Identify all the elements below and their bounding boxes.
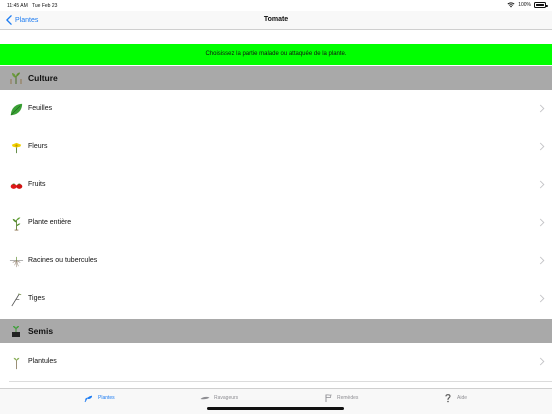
pests-tab-icon [200,396,210,400]
status-right: 100% [507,2,548,8]
chevron-right-icon [539,357,545,366]
remedies-tab-icon [325,394,332,402]
chevron-right-icon [539,218,545,227]
tab-plantes[interactable]: Plantes [84,393,115,403]
list-item-label: Fleurs [28,143,48,150]
list-item-label: Fruits [28,181,46,188]
stem-icon [11,293,22,307]
roots-icon [9,256,24,268]
list-item-racines[interactable]: Racines ou tubercules [0,242,552,280]
section-title: Semis [28,326,54,336]
plant-seedling-icon [10,72,22,84]
tab-label: Ravageurs [214,395,239,401]
list-item-label: Racines ou tubercules [28,257,98,264]
page-title: Tomate [263,16,289,23]
tab-label: Plantes [98,395,115,401]
list-item-label: Plante entière [28,219,72,226]
status-time: 11:45 AM [7,3,28,9]
chevron-right-icon [539,142,545,151]
navigation-bar: Plantes Tomate [0,11,552,30]
section-title: Culture [28,73,58,83]
list-item-fleurs[interactable]: Fleurs [0,128,552,166]
tab-label: Remèdes [337,395,359,401]
tab-ravageurs[interactable]: Ravageurs [200,393,238,403]
list-item-plante-entiere[interactable]: Plante entière [0,204,552,242]
flower-icon [11,142,22,154]
instruction-banner: Choisissez la partie malade ou attaquée … [0,44,552,65]
plants-tab-icon [84,395,93,403]
battery-percent: 100% [518,2,531,8]
list-item-fruits[interactable]: Fruits [0,166,552,204]
chevron-right-icon [539,104,545,113]
list-item-feuilles[interactable]: Feuilles [0,90,552,128]
tab-label: Aide [457,395,468,401]
wifi-icon [507,2,515,8]
list-item-plantules[interactable]: Plantules [0,343,552,381]
leaf-icon [10,103,23,116]
section-header-semis: Semis [0,319,552,343]
battery-icon [534,2,548,8]
help-tab-icon [445,394,451,403]
home-indicator[interactable] [207,407,344,410]
list-item-label: Tiges [28,295,45,302]
chevron-right-icon [539,180,545,189]
seedling-pot-icon [12,326,20,337]
tab-remedes[interactable]: Remèdes [323,393,358,403]
list-item-label: Plantules [28,358,57,365]
chevron-right-icon [539,294,545,303]
tomato-fruit-icon [10,183,23,189]
chevron-right-icon [539,256,545,265]
list-item-tiges[interactable]: Tiges [0,280,552,318]
status-bar: 11:45 AM Tue Feb 23 100% [0,0,552,11]
row-separator [9,380,552,381]
whole-plant-icon [12,217,21,231]
section-header-culture: Culture [0,66,552,90]
status-date: Tue Feb 23 [32,3,58,9]
tab-bar: Plantes Ravageurs Remèdes Aide [0,388,552,414]
tab-aide[interactable]: Aide [443,393,467,403]
list-item-label: Feuilles [28,105,53,112]
sprout-icon [13,357,20,370]
